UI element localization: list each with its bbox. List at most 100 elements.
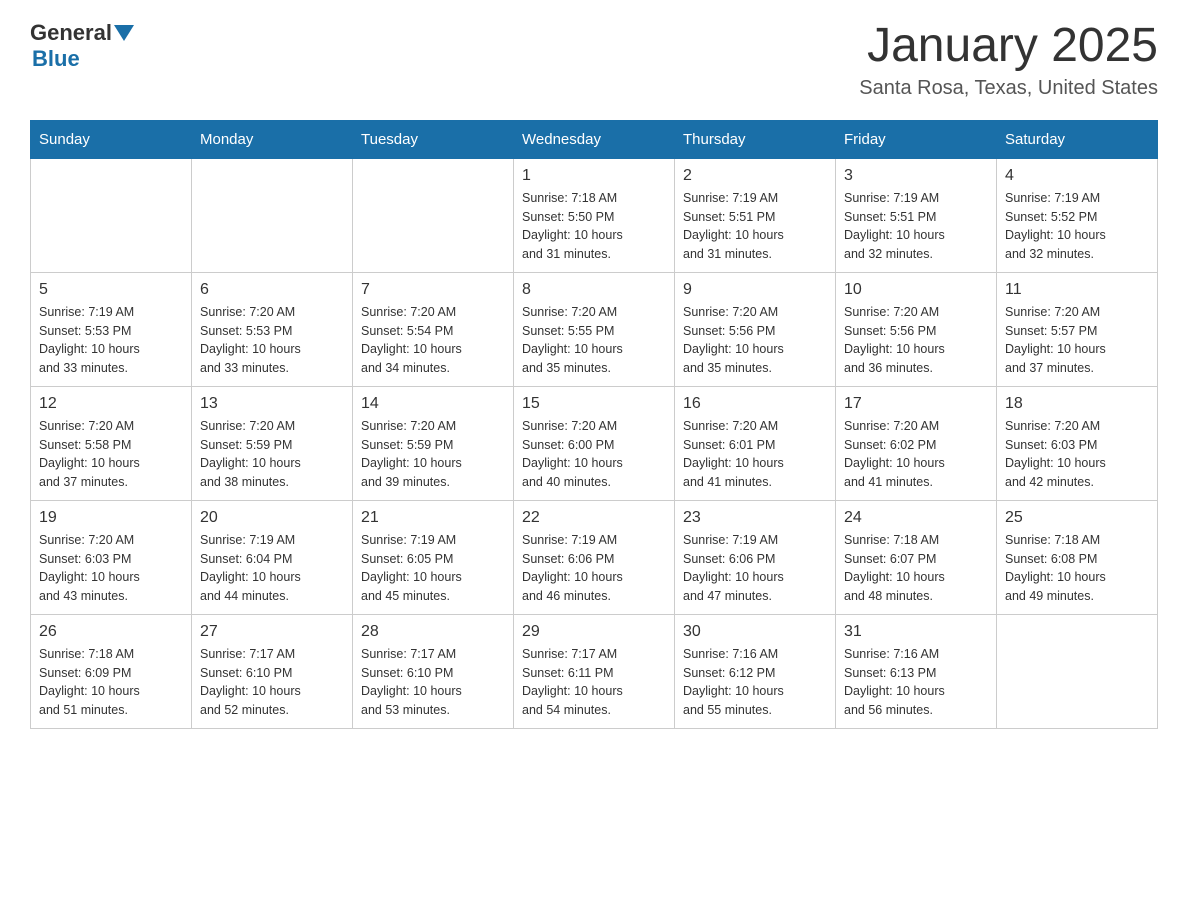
day-number: 11 [1005, 281, 1149, 299]
day-number: 15 [522, 395, 666, 413]
day-number: 22 [522, 509, 666, 527]
day-info: Sunrise: 7:20 AMSunset: 5:55 PMDaylight:… [522, 303, 666, 378]
logo-triangle-icon [114, 25, 134, 41]
calendar-cell [192, 158, 353, 272]
day-info: Sunrise: 7:20 AMSunset: 5:58 PMDaylight:… [39, 417, 183, 492]
day-number: 26 [39, 623, 183, 641]
day-number: 5 [39, 281, 183, 299]
day-number: 4 [1005, 167, 1149, 185]
day-info: Sunrise: 7:18 AMSunset: 5:50 PMDaylight:… [522, 189, 666, 264]
calendar-cell: 6 Sunrise: 7:20 AMSunset: 5:53 PMDaylight… [192, 272, 353, 386]
day-info: Sunrise: 7:20 AMSunset: 5:56 PMDaylight:… [844, 303, 988, 378]
day-info: Sunrise: 7:20 AMSunset: 5:54 PMDaylight:… [361, 303, 505, 378]
calendar-week-row: 26 Sunrise: 7:18 AMSunset: 6:09 PMDayligh… [31, 614, 1158, 728]
calendar-cell: 27 Sunrise: 7:17 AMSunset: 6:10 PMDayligh… [192, 614, 353, 728]
day-number: 30 [683, 623, 827, 641]
calendar-cell: 15 Sunrise: 7:20 AMSunset: 6:00 PMDayligh… [514, 386, 675, 500]
day-info: Sunrise: 7:19 AMSunset: 6:04 PMDaylight:… [200, 531, 344, 606]
calendar-week-row: 12 Sunrise: 7:20 AMSunset: 5:58 PMDayligh… [31, 386, 1158, 500]
day-number: 8 [522, 281, 666, 299]
calendar-cell: 19 Sunrise: 7:20 AMSunset: 6:03 PMDayligh… [31, 500, 192, 614]
calendar-cell: 28 Sunrise: 7:17 AMSunset: 6:10 PMDayligh… [353, 614, 514, 728]
day-number: 3 [844, 167, 988, 185]
calendar-cell: 10 Sunrise: 7:20 AMSunset: 5:56 PMDayligh… [836, 272, 997, 386]
calendar-cell [31, 158, 192, 272]
day-info: Sunrise: 7:20 AMSunset: 6:03 PMDaylight:… [1005, 417, 1149, 492]
calendar-cell: 13 Sunrise: 7:20 AMSunset: 5:59 PMDayligh… [192, 386, 353, 500]
calendar-cell: 18Sunrise: 7:20 AMSunset: 6:03 PMDayligh… [997, 386, 1158, 500]
day-info: Sunrise: 7:18 AMSunset: 6:08 PMDaylight:… [1005, 531, 1149, 606]
day-number: 10 [844, 281, 988, 299]
day-number: 20 [200, 509, 344, 527]
day-info: Sunrise: 7:18 AMSunset: 6:09 PMDaylight:… [39, 645, 183, 720]
day-number: 27 [200, 623, 344, 641]
day-info: Sunrise: 7:16 AMSunset: 6:12 PMDaylight:… [683, 645, 827, 720]
day-number: 24 [844, 509, 988, 527]
day-number: 13 [200, 395, 344, 413]
calendar-cell: 3Sunrise: 7:19 AMSunset: 5:51 PMDaylight… [836, 158, 997, 272]
calendar-table: SundayMondayTuesdayWednesdayThursdayFrid… [30, 120, 1158, 729]
day-number: 29 [522, 623, 666, 641]
calendar-cell: 25 Sunrise: 7:18 AMSunset: 6:08 PMDayligh… [997, 500, 1158, 614]
day-info: Sunrise: 7:20 AMSunset: 5:57 PMDaylight:… [1005, 303, 1149, 378]
title-block: January 2025 Santa Rosa, Texas, United S… [859, 20, 1158, 100]
calendar-cell: 17 Sunrise: 7:20 AMSunset: 6:02 PMDayligh… [836, 386, 997, 500]
day-info: Sunrise: 7:20 AMSunset: 6:00 PMDaylight:… [522, 417, 666, 492]
day-info: Sunrise: 7:18 AMSunset: 6:07 PMDaylight:… [844, 531, 988, 606]
day-number: 2 [683, 167, 827, 185]
day-number: 28 [361, 623, 505, 641]
day-number: 17 [844, 395, 988, 413]
calendar-cell: 14Sunrise: 7:20 AMSunset: 5:59 PMDayligh… [353, 386, 514, 500]
day-info: Sunrise: 7:20 AMSunset: 6:01 PMDaylight:… [683, 417, 827, 492]
calendar-cell: 12 Sunrise: 7:20 AMSunset: 5:58 PMDayligh… [31, 386, 192, 500]
calendar-week-row: 19 Sunrise: 7:20 AMSunset: 6:03 PMDayligh… [31, 500, 1158, 614]
logo-blue-text: Blue [32, 46, 80, 71]
calendar-cell: 22 Sunrise: 7:19 AMSunset: 6:06 PMDayligh… [514, 500, 675, 614]
calendar-header-row: SundayMondayTuesdayWednesdayThursdayFrid… [31, 120, 1158, 158]
day-info: Sunrise: 7:20 AMSunset: 6:03 PMDaylight:… [39, 531, 183, 606]
calendar-cell: 16 Sunrise: 7:20 AMSunset: 6:01 PMDayligh… [675, 386, 836, 500]
day-of-week-header: Wednesday [514, 120, 675, 158]
day-number: 31 [844, 623, 988, 641]
day-info: Sunrise: 7:20 AMSunset: 5:59 PMDaylight:… [200, 417, 344, 492]
day-info: Sunrise: 7:17 AMSunset: 6:10 PMDaylight:… [200, 645, 344, 720]
calendar-cell: 9Sunrise: 7:20 AMSunset: 5:56 PMDaylight… [675, 272, 836, 386]
day-number: 1 [522, 167, 666, 185]
day-number: 19 [39, 509, 183, 527]
day-info: Sunrise: 7:19 AMSunset: 6:05 PMDaylight:… [361, 531, 505, 606]
calendar-cell: 8 Sunrise: 7:20 AMSunset: 5:55 PMDaylight… [514, 272, 675, 386]
day-info: Sunrise: 7:19 AMSunset: 6:06 PMDaylight:… [683, 531, 827, 606]
day-info: Sunrise: 7:20 AMSunset: 6:02 PMDaylight:… [844, 417, 988, 492]
day-info: Sunrise: 7:17 AMSunset: 6:10 PMDaylight:… [361, 645, 505, 720]
day-info: Sunrise: 7:17 AMSunset: 6:11 PMDaylight:… [522, 645, 666, 720]
day-info: Sunrise: 7:16 AMSunset: 6:13 PMDaylight:… [844, 645, 988, 720]
day-of-week-header: Monday [192, 120, 353, 158]
day-info: Sunrise: 7:19 AMSunset: 5:52 PMDaylight:… [1005, 189, 1149, 264]
calendar-week-row: 5 Sunrise: 7:19 AMSunset: 5:53 PMDaylight… [31, 272, 1158, 386]
page-header: General Blue January 2025 Santa Rosa, Te… [30, 20, 1158, 100]
calendar-cell: 30 Sunrise: 7:16 AMSunset: 6:12 PMDayligh… [675, 614, 836, 728]
calendar-cell [353, 158, 514, 272]
day-number: 6 [200, 281, 344, 299]
calendar-cell: 7Sunrise: 7:20 AMSunset: 5:54 PMDaylight… [353, 272, 514, 386]
calendar-cell: 24 Sunrise: 7:18 AMSunset: 6:07 PMDayligh… [836, 500, 997, 614]
day-number: 25 [1005, 509, 1149, 527]
day-info: Sunrise: 7:19 AMSunset: 5:53 PMDaylight:… [39, 303, 183, 378]
day-of-week-header: Friday [836, 120, 997, 158]
calendar-cell: 23 Sunrise: 7:19 AMSunset: 6:06 PMDayligh… [675, 500, 836, 614]
calendar-week-row: 1 Sunrise: 7:18 AMSunset: 5:50 PMDaylight… [31, 158, 1158, 272]
page-title: January 2025 [859, 20, 1158, 73]
day-number: 16 [683, 395, 827, 413]
day-of-week-header: Saturday [997, 120, 1158, 158]
day-number: 23 [683, 509, 827, 527]
logo-general-text: General [30, 20, 112, 46]
calendar-cell: 31 Sunrise: 7:16 AMSunset: 6:13 PMDayligh… [836, 614, 997, 728]
day-number: 12 [39, 395, 183, 413]
day-info: Sunrise: 7:20 AMSunset: 5:53 PMDaylight:… [200, 303, 344, 378]
day-info: Sunrise: 7:20 AMSunset: 5:56 PMDaylight:… [683, 303, 827, 378]
calendar-cell: 1 Sunrise: 7:18 AMSunset: 5:50 PMDaylight… [514, 158, 675, 272]
day-info: Sunrise: 7:19 AMSunset: 6:06 PMDaylight:… [522, 531, 666, 606]
calendar-cell: 4 Sunrise: 7:19 AMSunset: 5:52 PMDaylight… [997, 158, 1158, 272]
calendar-cell: 21Sunrise: 7:19 AMSunset: 6:05 PMDayligh… [353, 500, 514, 614]
day-number: 14 [361, 395, 505, 413]
